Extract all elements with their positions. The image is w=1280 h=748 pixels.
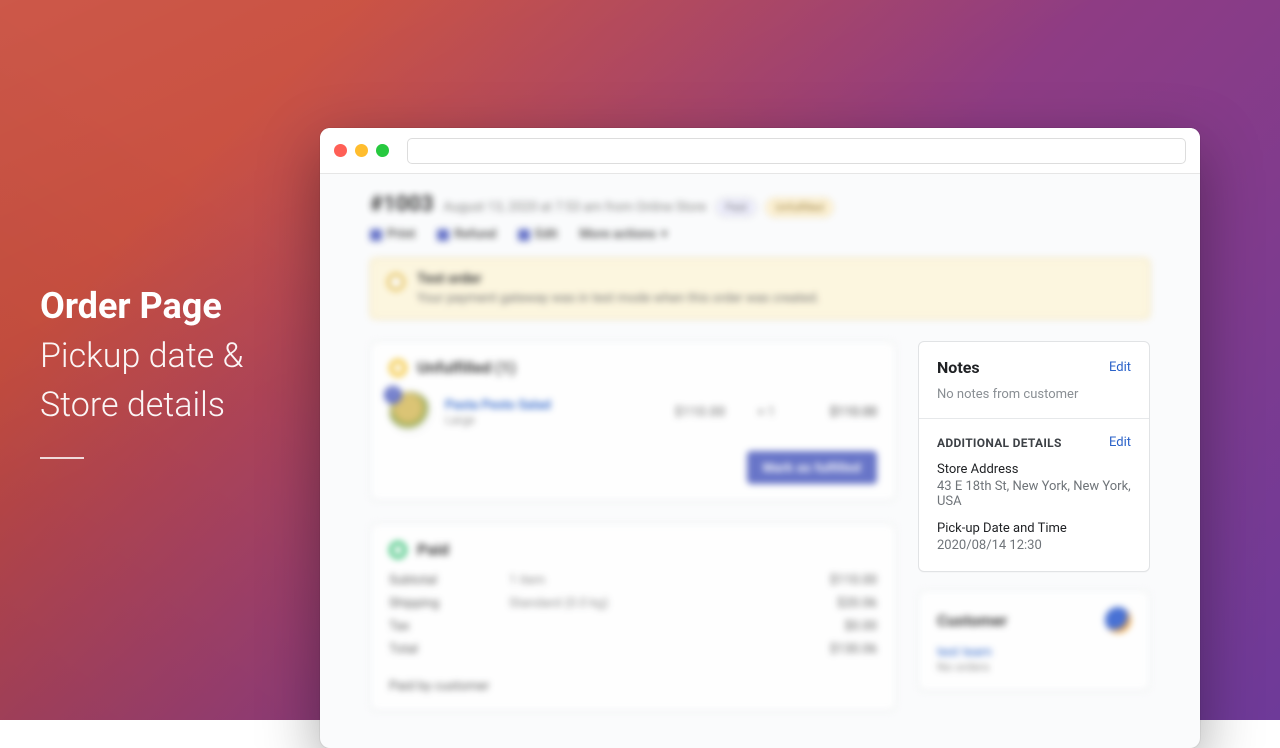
refund-icon: [437, 229, 449, 241]
notice-title: Test order: [417, 271, 820, 287]
pickup-detail: Pick-up Date and Time 2020/08/14 12:30: [937, 521, 1131, 553]
fulfillment-heading: Unfulfilled (1): [417, 358, 516, 377]
warning-icon: [387, 273, 405, 291]
product-variant: Large: [445, 413, 551, 427]
row-paid-by: Paid by customer: [389, 679, 877, 694]
blurred-region: #1003 August 13, 2020 at 7:53 am from On…: [370, 192, 1150, 319]
order-header: #1003 August 13, 2020 at 7:53 am from On…: [370, 192, 1150, 217]
unfulfilled-icon: [389, 359, 407, 377]
order-toolbar: Print Refund Edit More actions ▾: [370, 227, 1150, 242]
minimize-icon[interactable]: [355, 144, 368, 157]
notes-empty-text: No notes from customer: [937, 387, 1131, 402]
caption-rule: [40, 457, 84, 459]
customer-title: Customer: [937, 611, 1007, 630]
store-address-value: 43 E 18th St, New York, New York, USA: [937, 479, 1131, 509]
address-bar[interactable]: [407, 138, 1186, 164]
edit-icon: [518, 229, 530, 241]
print-label: Print: [387, 227, 415, 242]
page-content: #1003 August 13, 2020 at 7:53 am from On…: [320, 174, 1200, 711]
customer-card: Customer test team No orders: [918, 590, 1150, 691]
refund-button[interactable]: Refund: [437, 227, 496, 242]
row-total: Total$130.06: [389, 642, 877, 657]
additional-edit-link[interactable]: Edit: [1109, 435, 1131, 450]
qty-badge: 1: [384, 386, 402, 404]
print-button[interactable]: Print: [370, 227, 415, 242]
pickup-value: 2020/08/14 12:30: [937, 538, 1131, 553]
store-address-detail: Store Address 43 E 18th St, New York, Ne…: [937, 462, 1131, 509]
window-titlebar: [320, 128, 1200, 174]
store-address-label: Store Address: [937, 462, 1131, 477]
print-icon: [370, 229, 382, 241]
browser-window: #1003 August 13, 2020 at 7:53 am from On…: [320, 128, 1200, 748]
caption-line-3: Store details: [40, 381, 243, 430]
marketing-caption: Order Page Pickup date & Store details: [40, 280, 243, 459]
more-label: More actions: [580, 227, 656, 242]
refund-label: Refund: [454, 227, 496, 242]
notes-edit-link[interactable]: Edit: [1109, 360, 1131, 375]
test-order-notice: Test order Your payment gateway was in t…: [370, 258, 1150, 319]
caption-line-1: Order Page: [40, 280, 243, 332]
edit-button[interactable]: Edit: [518, 227, 557, 242]
row-tax: Tax$0.00: [389, 619, 877, 634]
zoom-icon[interactable]: [376, 144, 389, 157]
status-badge-paid: Paid: [716, 198, 756, 217]
pickup-label: Pick-up Date and Time: [937, 521, 1131, 536]
order-number: #1003: [370, 192, 434, 217]
order-meta: August 13, 2020 at 7:53 am from Online S…: [444, 200, 707, 215]
notes-title: Notes: [937, 358, 980, 377]
product-thumbnail[interactable]: 1: [389, 391, 431, 433]
fulfillment-card: Unfulfilled (1) 1 Pasta Pesto Salad Larg…: [370, 341, 896, 501]
close-icon[interactable]: [334, 144, 347, 157]
customer-name[interactable]: test team: [937, 645, 1131, 660]
unit-price: $110.00: [675, 405, 726, 420]
more-actions-button[interactable]: More actions ▾: [580, 227, 668, 242]
line-total: $110.00: [807, 405, 877, 420]
caption-line-2: Pickup date &: [40, 332, 243, 381]
product-name[interactable]: Pasta Pesto Salad: [445, 398, 551, 413]
paid-icon: [389, 541, 407, 559]
payment-heading: Paid: [417, 540, 449, 559]
status-badge-unfulfilled: Unfulfilled: [766, 198, 833, 217]
row-shipping: ShippingStandard (0.0 kg)$20.06: [389, 596, 877, 611]
notes-card: Notes Edit No notes from customer ADDITI…: [918, 341, 1150, 572]
edit-label: Edit: [535, 227, 557, 242]
quantity: × 1: [758, 405, 775, 420]
row-subtotal: Subtotal1 item$110.00: [389, 573, 877, 588]
mark-fulfilled-button[interactable]: Mark as fulfilled: [747, 451, 877, 484]
customer-sub: No orders: [937, 660, 1131, 674]
avatar[interactable]: [1105, 607, 1131, 633]
payment-card: Paid Subtotal1 item$110.00 ShippingStand…: [370, 523, 896, 711]
notice-body: Your payment gateway was in test mode wh…: [417, 291, 820, 306]
line-item: 1 Pasta Pesto Salad Large $110.00 × 1 $1…: [389, 391, 877, 433]
additional-details-title: ADDITIONAL DETAILS: [937, 436, 1062, 450]
divider: [919, 418, 1149, 419]
